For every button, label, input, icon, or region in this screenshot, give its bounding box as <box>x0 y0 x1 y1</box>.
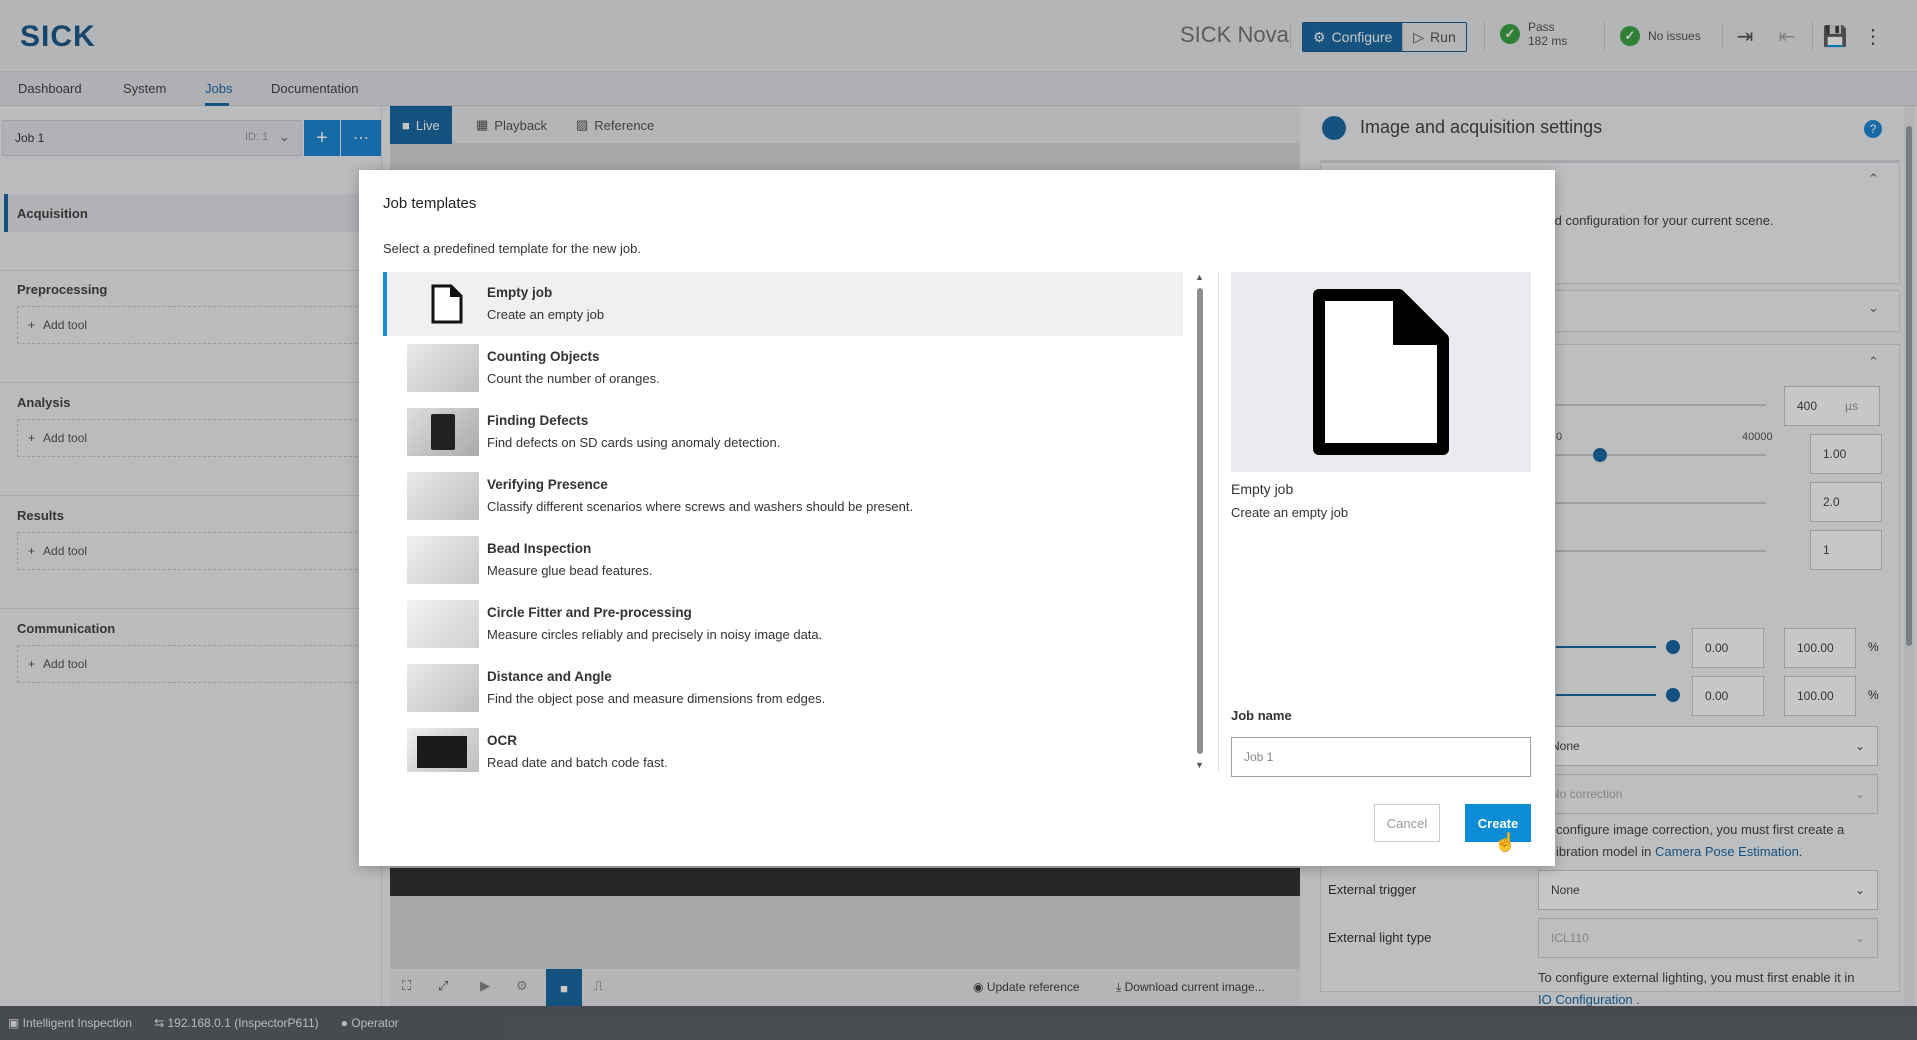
template-desc: Find defects on SD cards using anomaly d… <box>487 435 781 450</box>
template-name: Verifying Presence <box>487 477 608 492</box>
job-name-label: Job name <box>1231 708 1292 723</box>
document-icon <box>411 280 483 328</box>
template-verifying-presence[interactable]: Verifying Presence Classify different sc… <box>383 464 1183 528</box>
template-name: Empty job <box>487 285 553 300</box>
template-desc: Find the object pose and measure dimensi… <box>487 691 826 706</box>
job-templates-dialog: Job templates Select a predefined templa… <box>359 170 1555 866</box>
template-desc: Measure circles reliably and precisely i… <box>487 627 823 642</box>
template-thumbnail <box>407 408 479 456</box>
template-preview <box>1231 272 1531 472</box>
template-thumbnail <box>407 600 479 648</box>
preview-description: Create an empty job <box>1231 505 1349 520</box>
dialog-subtitle: Select a predefined template for the new… <box>383 241 641 256</box>
template-thumbnail <box>407 728 479 772</box>
cancel-button[interactable]: Cancel <box>1374 804 1440 842</box>
template-name: Bead Inspection <box>487 541 592 556</box>
template-bead-inspection[interactable]: Bead Inspection Measure glue bead featur… <box>383 528 1183 592</box>
template-desc: Measure glue bead features. <box>487 563 653 578</box>
template-desc: Read date and batch code fast. <box>487 755 668 770</box>
scroll-up-icon[interactable]: ▲ <box>1195 272 1204 282</box>
template-desc: Create an empty job <box>487 307 605 322</box>
template-distance-angle[interactable]: Distance and Angle Find the object pose … <box>383 656 1183 720</box>
template-list-scrollbar-thumb[interactable] <box>1197 288 1203 754</box>
template-counting-objects[interactable]: Counting Objects Count the number of ora… <box>383 336 1183 400</box>
template-circle-fitter[interactable]: Circle Fitter and Pre-processing Measure… <box>383 592 1183 656</box>
template-list: Empty job Create an empty job Counting O… <box>383 272 1191 772</box>
template-finding-defects[interactable]: Finding Defects Find defects on SD cards… <box>383 400 1183 464</box>
template-thumbnail <box>407 536 479 584</box>
document-icon <box>1313 289 1449 455</box>
template-name: Finding Defects <box>487 413 589 428</box>
template-name: Counting Objects <box>487 349 600 364</box>
template-name: Distance and Angle <box>487 669 612 684</box>
template-list-scrollbar[interactable]: ▲ ▼ <box>1194 272 1206 772</box>
template-thumbnail <box>407 472 479 520</box>
template-name: Circle Fitter and Pre-processing <box>487 605 692 620</box>
divider <box>1218 272 1219 772</box>
preview-title: Empty job <box>1231 481 1294 497</box>
template-ocr[interactable]: OCR Read date and batch code fast. <box>383 720 1183 772</box>
template-thumbnail <box>407 664 479 712</box>
job-name-input[interactable] <box>1231 737 1531 777</box>
template-empty-job[interactable]: Empty job Create an empty job <box>383 272 1183 336</box>
template-desc: Classify different scenarios where screw… <box>487 499 914 514</box>
template-name: OCR <box>487 733 517 748</box>
scroll-down-icon[interactable]: ▼ <box>1195 760 1204 770</box>
cursor-icon: ☝ <box>1494 832 1517 852</box>
template-desc: Count the number of oranges. <box>487 371 660 386</box>
template-thumbnail <box>407 344 479 392</box>
dialog-title: Job templates <box>383 195 477 212</box>
